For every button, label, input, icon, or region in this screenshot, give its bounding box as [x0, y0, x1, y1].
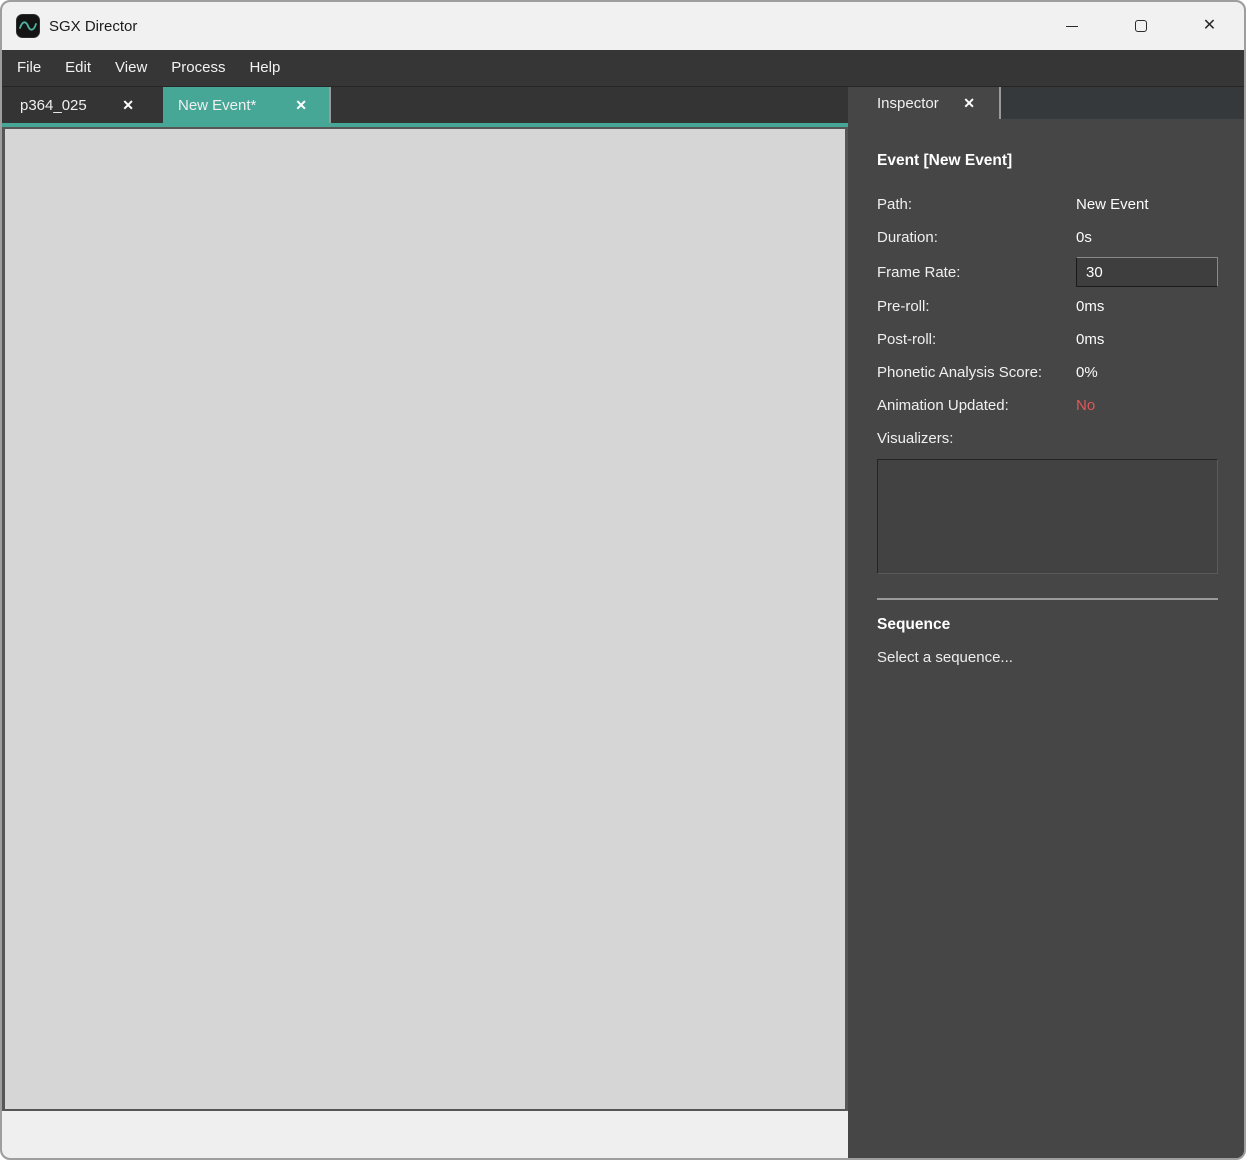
post-roll-label: Post-roll:	[877, 331, 1076, 348]
pre-roll-value: 0ms	[1076, 298, 1218, 315]
frame-rate-input[interactable]	[1076, 257, 1218, 287]
document-pane: p364_025 ✕ New Event* ✕	[2, 87, 848, 1158]
frame-rate-label: Frame Rate:	[877, 264, 1076, 281]
property-rows: Path: New Event Duration: 0s Frame Rate:…	[877, 188, 1218, 455]
window-title: SGX Director	[49, 18, 137, 35]
property-row-pre-roll: Pre-roll: 0ms	[877, 290, 1218, 323]
phonetic-score-label: Phonetic Analysis Score:	[877, 364, 1076, 381]
sine-wave-icon	[16, 14, 40, 38]
post-roll-value: 0ms	[1076, 331, 1218, 348]
visualizers-label: Visualizers:	[877, 430, 1076, 447]
property-row-path: Path: New Event	[877, 188, 1218, 221]
menu-view[interactable]: View	[103, 50, 159, 86]
phonetic-score-value: 0%	[1076, 364, 1218, 381]
section-divider	[877, 598, 1218, 600]
tab-new-event[interactable]: New Event* ✕	[163, 87, 329, 123]
tab-close-icon[interactable]: ✕	[949, 96, 975, 110]
maximize-icon	[1135, 20, 1147, 32]
main-body: p364_025 ✕ New Event* ✕ Inspector ✕	[2, 87, 1244, 1158]
close-button[interactable]: ✕	[1175, 2, 1244, 50]
path-value: New Event	[1076, 196, 1218, 213]
close-icon: ✕	[1203, 18, 1216, 34]
menu-edit[interactable]: Edit	[53, 50, 103, 86]
event-canvas[interactable]	[2, 127, 848, 1111]
property-row-phonetic-score: Phonetic Analysis Score: 0%	[877, 356, 1218, 389]
property-row-duration: Duration: 0s	[877, 221, 1218, 254]
property-row-post-roll: Post-roll: 0ms	[877, 323, 1218, 356]
status-strip	[2, 1111, 848, 1158]
menu-help[interactable]: Help	[237, 50, 292, 86]
property-row-animation-updated: Animation Updated: No	[877, 389, 1218, 422]
menu-process[interactable]: Process	[159, 50, 237, 86]
inspector-pane: Inspector ✕ Event [New Event] Path: New …	[848, 87, 1244, 1158]
tab-label: Inspector	[877, 95, 939, 112]
tab-inspector[interactable]: Inspector ✕	[848, 87, 999, 119]
pre-roll-label: Pre-roll:	[877, 298, 1076, 315]
sequence-placeholder: Select a sequence...	[877, 649, 1218, 666]
caption-buttons: ✕	[1037, 2, 1244, 50]
tab-close-icon[interactable]: ✕	[108, 98, 134, 112]
sequence-heading: Sequence	[877, 616, 1218, 634]
tab-close-icon[interactable]: ✕	[281, 98, 307, 112]
document-tab-strip: p364_025 ✕ New Event* ✕	[2, 87, 848, 127]
menu-bar: File Edit View Process Help	[2, 50, 1244, 87]
tab-separator	[329, 87, 331, 123]
tab-label: p364_025	[20, 97, 87, 114]
animation-updated-value: No	[1076, 397, 1218, 414]
maximize-button[interactable]	[1106, 2, 1175, 50]
event-heading: Event [New Event]	[877, 152, 1218, 170]
title-bar: SGX Director ✕	[2, 2, 1244, 50]
path-label: Path:	[877, 196, 1076, 213]
app-window: SGX Director ✕ File Edit View Process He…	[0, 0, 1246, 1160]
minimize-icon	[1066, 26, 1078, 27]
property-row-visualizers: Visualizers:	[877, 422, 1218, 455]
visualizers-listbox[interactable]	[877, 459, 1218, 574]
duration-label: Duration:	[877, 229, 1076, 246]
inspector-content: Event [New Event] Path: New Event Durati…	[848, 119, 1244, 666]
duration-value: 0s	[1076, 229, 1218, 246]
tab-p364-025[interactable]: p364_025 ✕	[2, 87, 152, 123]
animation-updated-label: Animation Updated:	[877, 397, 1076, 414]
property-row-frame-rate: Frame Rate:	[877, 254, 1218, 290]
inspector-tab-strip: Inspector ✕	[848, 87, 1244, 119]
tab-separator	[999, 87, 1001, 119]
tab-label: New Event*	[178, 97, 256, 114]
minimize-button[interactable]	[1037, 2, 1106, 50]
menu-file[interactable]: File	[5, 50, 53, 86]
